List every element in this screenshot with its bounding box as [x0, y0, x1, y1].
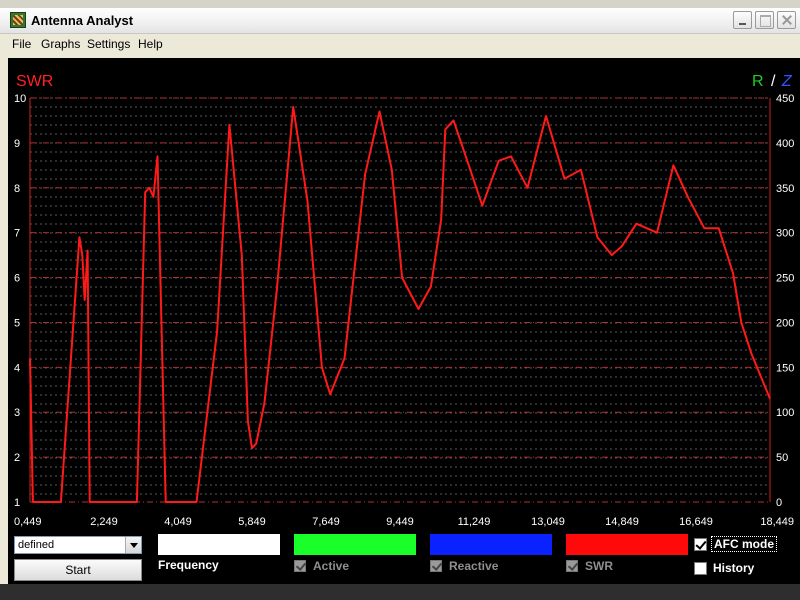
reactive-color-swatch[interactable] — [430, 534, 552, 555]
x-tick-label: 7,649 — [312, 516, 340, 528]
swr-checkbox[interactable] — [566, 560, 578, 572]
right-axis-title: R / Z — [752, 73, 793, 90]
app-window: Antenna Analyst File Graphs Settings Hel… — [0, 0, 800, 600]
menu-graphs[interactable]: Graphs — [41, 37, 80, 51]
desktop-strip — [0, 0, 800, 8]
antenna-analyst-app-icon[interactable] — [10, 12, 26, 28]
y-left-tick-label: 5 — [14, 317, 20, 329]
window-title: Antenna Analyst — [31, 13, 134, 28]
x-tick-label: 5,849 — [238, 516, 266, 528]
reactive-label: Reactive — [449, 559, 499, 573]
y-left-tick-label: 6 — [14, 273, 20, 285]
frequency-label: Frequency — [158, 558, 219, 572]
right-axis-title-sep: / — [771, 73, 776, 90]
swr-color-swatch[interactable] — [566, 534, 688, 555]
history-checkbox[interactable] — [694, 562, 707, 575]
swr-label: SWR — [585, 559, 613, 573]
history-label[interactable]: History — [713, 561, 754, 575]
y-left-tick-label: 3 — [14, 407, 20, 419]
x-tick-label: 0,449 — [14, 516, 42, 528]
x-tick-label: 11,249 — [458, 516, 491, 528]
y-right-tick-label: 50 — [776, 452, 788, 464]
preset-select-value: defined — [18, 539, 55, 551]
x-tick-label: 13,049 — [531, 516, 565, 528]
status-strip — [0, 584, 800, 600]
close-button[interactable] — [777, 11, 796, 29]
chevron-down-icon[interactable] — [125, 537, 141, 553]
maximize-button[interactable] — [755, 11, 774, 29]
y-right-tick-label: 300 — [776, 228, 794, 240]
active-color-swatch[interactable] — [294, 534, 416, 555]
y-right-tick-label: 0 — [776, 497, 782, 509]
menu-settings[interactable]: Settings — [87, 37, 130, 51]
y-left-tick-label: 7 — [14, 228, 20, 240]
x-tick-label: 14,849 — [605, 516, 639, 528]
y-right-tick-label: 150 — [776, 362, 794, 374]
y-left-tick-label: 8 — [14, 183, 20, 195]
y-left-tick-label: 1 — [14, 497, 20, 509]
y-right-tick-label: 450 — [776, 93, 794, 105]
swr-chart: 10 9 8 7 6 5 4 3 2 1 450 400 350 300 250 200 150 100 50 0 0,… — [14, 73, 794, 528]
menu-help[interactable]: Help — [138, 37, 163, 51]
reactive-checkbox[interactable] — [430, 560, 442, 572]
x-tick-label: 16,649 — [679, 516, 713, 528]
left-axis-title: SWR — [16, 73, 53, 90]
afc-mode-label[interactable]: AFC mode — [711, 536, 777, 552]
menu-bar: File Graphs Settings Help — [0, 34, 800, 54]
y-right-tick-label: 400 — [776, 138, 794, 150]
x-tick-label: 4,049 — [164, 516, 192, 528]
right-axis-title-z: Z — [781, 73, 793, 90]
right-axis-title-r: R — [752, 73, 764, 90]
start-button[interactable]: Start — [14, 559, 142, 581]
title-bar[interactable]: Antenna Analyst — [0, 8, 800, 34]
x-tick-label: 9,449 — [386, 516, 414, 528]
y-right-tick-label: 350 — [776, 183, 794, 195]
minimize-button[interactable] — [733, 11, 752, 29]
frequency-color-swatch[interactable] — [158, 534, 280, 555]
y-right-tick-label: 200 — [776, 317, 794, 329]
y-left-tick-label: 9 — [14, 138, 20, 150]
x-tick-label: 2,249 — [90, 516, 118, 528]
y-right-tick-label: 100 — [776, 407, 794, 419]
preset-select[interactable]: defined — [14, 536, 142, 554]
y-right-tick-label: 250 — [776, 273, 794, 285]
x-tick-label: 18,449 — [760, 516, 794, 528]
afc-mode-checkbox[interactable] — [694, 538, 707, 551]
control-panel: defined Start Frequency Active Reactive … — [8, 530, 800, 584]
y-left-tick-label: 4 — [14, 362, 20, 374]
active-label: Active — [313, 559, 350, 573]
active-checkbox[interactable] — [294, 560, 306, 572]
swr-chart-area[interactable]: 10 9 8 7 6 5 4 3 2 1 450 400 350 300 250 200 150 100 50 0 0,… — [8, 58, 800, 530]
y-left-tick-label: 10 — [14, 93, 26, 105]
menu-file[interactable]: File — [12, 37, 31, 51]
y-left-tick-label: 2 — [14, 452, 20, 464]
